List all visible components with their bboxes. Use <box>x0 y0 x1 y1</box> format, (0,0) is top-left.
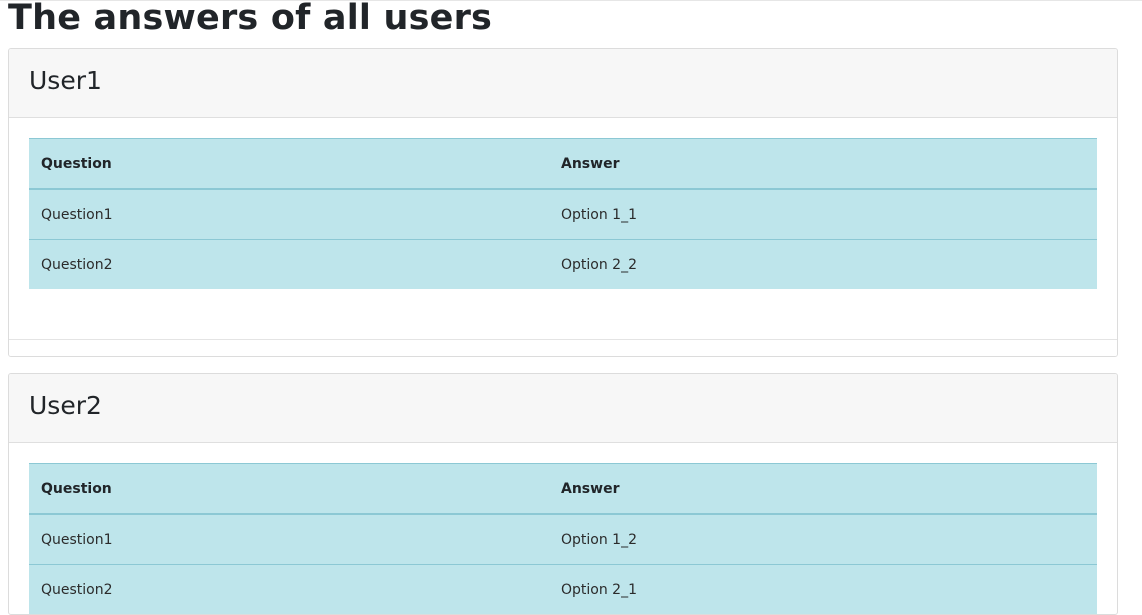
column-header-answer: Answer <box>561 155 620 172</box>
user-card-body: Question Answer Question1 Option 1_2 Que… <box>9 443 1117 614</box>
table-header-row: Question Answer <box>29 138 1097 189</box>
answer-cell: Option 1_1 <box>561 206 637 223</box>
table-row: Question1 Option 1_2 <box>29 514 1097 565</box>
column-header-question: Question <box>41 480 112 497</box>
table-row: Question2 Option 2_1 <box>29 564 1097 615</box>
table-row: Question1 Option 1_1 <box>29 189 1097 240</box>
column-header-question: Question <box>41 155 112 172</box>
user-card-2: User2 Question Answer Question1 Option 1… <box>8 373 1118 615</box>
user-card-body: Question Answer Question1 Option 1_1 Que… <box>9 118 1117 289</box>
answers-table: Question Answer Question1 Option 1_1 Que… <box>29 138 1097 289</box>
table-header-row: Question Answer <box>29 463 1097 514</box>
question-cell: Question1 <box>41 206 113 223</box>
user-card-1: User1 Question Answer Question1 Option 1… <box>8 48 1118 357</box>
table-row: Question2 Option 2_2 <box>29 239 1097 290</box>
user-card-header: User1 <box>9 49 1117 118</box>
column-header-answer: Answer <box>561 480 620 497</box>
answer-cell: Option 2_2 <box>561 256 637 273</box>
user-name: User1 <box>29 66 102 95</box>
answer-cell: Option 1_2 <box>561 531 637 548</box>
question-cell: Question2 <box>41 581 113 598</box>
question-cell: Question2 <box>41 256 113 273</box>
user-card-header: User2 <box>9 374 1117 443</box>
answer-cell: Option 2_1 <box>561 581 637 598</box>
page-title: The answers of all users <box>8 0 493 38</box>
user-card-footer <box>9 339 1117 356</box>
question-cell: Question1 <box>41 531 113 548</box>
answers-table: Question Answer Question1 Option 1_2 Que… <box>29 463 1097 614</box>
user-name: User2 <box>29 391 102 420</box>
